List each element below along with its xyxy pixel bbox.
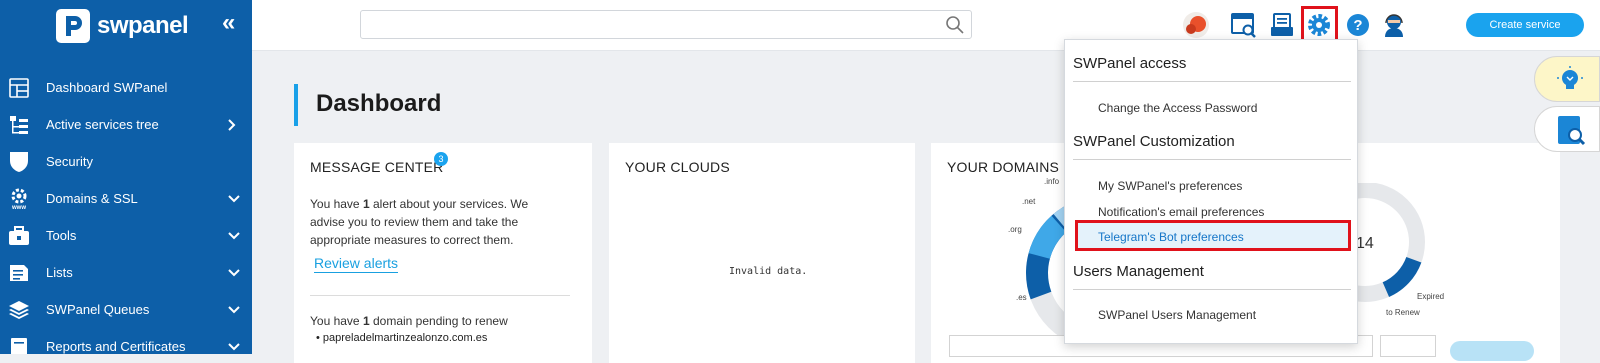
legend-label: to Renew	[1386, 308, 1420, 317]
sidebar-item-label: Security	[46, 154, 93, 169]
dashboard-icon	[8, 77, 30, 99]
chevron-down-icon	[228, 217, 240, 254]
sidebar-item-label: Reports and Certificates	[46, 339, 186, 354]
divider	[1073, 159, 1351, 160]
chevron-down-icon	[228, 328, 240, 354]
report-icon	[8, 336, 30, 354]
sidebar-item-security[interactable]: Security	[0, 143, 252, 180]
top-bar: ? Create service	[252, 0, 1600, 51]
sidebar: swpanel « Dashboard SWPanel Active servi…	[0, 0, 252, 354]
review-alerts-link[interactable]: Review alerts	[314, 255, 399, 273]
empty-state-text: Invalid data.	[729, 266, 808, 277]
swpanel-logo-icon	[56, 9, 90, 43]
search-box	[360, 10, 972, 39]
menu-section-title: Users Management	[1073, 263, 1204, 280]
legend-label: Expired	[1417, 292, 1445, 301]
pending-domain: • papreladelmartinzealonzo.com.es	[316, 332, 488, 344]
layers-icon	[8, 299, 30, 321]
sidebar-item-active-services[interactable]: Active services tree	[0, 106, 252, 143]
divider	[1073, 81, 1351, 82]
brand-name: swpanel	[97, 12, 189, 39]
settings-menu: SWPanel access Change the Access Passwor…	[1064, 39, 1358, 344]
sidebar-item-dashboard[interactable]: Dashboard SWPanel	[0, 69, 252, 106]
docs-search-button[interactable]	[1534, 106, 1600, 152]
create-service-button[interactable]: Create service	[1466, 13, 1584, 37]
legend-label: .org	[1008, 225, 1022, 234]
search-input[interactable]	[369, 11, 939, 38]
chevron-down-icon	[228, 291, 240, 328]
pending-message: You have 1 domain pending to renew	[310, 314, 508, 328]
search-icon[interactable]	[945, 15, 965, 40]
shield-icon	[8, 151, 30, 173]
sidebar-item-label: Tools	[46, 228, 77, 243]
sidebar-nav: Dashboard SWPanel Active services tree S…	[0, 69, 252, 354]
menu-item-label: Telegram's Bot preferences	[1098, 230, 1244, 244]
tree-icon	[8, 114, 30, 136]
sidebar-item-label: Domains & SSL	[46, 191, 138, 206]
collapse-sidebar-icon[interactable]: «	[222, 10, 235, 36]
domains-total: 14	[1356, 235, 1374, 252]
search-button[interactable]	[1450, 341, 1534, 361]
legend-label: .info	[1044, 177, 1060, 186]
notification-badge: 3	[434, 152, 448, 166]
menu-item-my-preferences[interactable]: My SWPanel's preferences	[1098, 179, 1242, 193]
www-gear-icon: www	[8, 188, 30, 210]
support-agent-icon[interactable]	[1380, 11, 1408, 39]
sidebar-item-reports[interactable]: Reports and Certificates	[0, 328, 252, 354]
sidebar-item-tools[interactable]: Tools	[0, 217, 252, 254]
menu-section-title: SWPanel Customization	[1073, 133, 1235, 150]
invoice-icon[interactable]	[1268, 11, 1296, 39]
message-center-card: MESSAGE CENTER 3 You have 1 alert about …	[294, 143, 592, 363]
legend-label: .net	[1022, 197, 1036, 206]
tips-button[interactable]	[1534, 56, 1600, 102]
chevron-down-icon	[228, 254, 240, 291]
list-icon	[8, 262, 30, 284]
menu-item-telegram-preferences[interactable]: Telegram's Bot preferences	[1075, 220, 1351, 251]
menu-item-email-preferences[interactable]: Notification's email preferences	[1098, 205, 1264, 219]
svg-text:www: www	[11, 205, 26, 210]
chevron-right-icon	[228, 106, 236, 143]
clouds-card: YOUR CLOUDS Invalid data.	[609, 143, 915, 363]
menu-section-title: SWPanel access	[1073, 55, 1187, 72]
sidebar-item-queues[interactable]: SWPanel Queues	[0, 291, 252, 328]
chevron-down-icon	[228, 180, 240, 217]
sidebar-item-lists[interactable]: Lists	[0, 254, 252, 291]
card-title: MESSAGE CENTER	[310, 159, 444, 175]
legend-label: .es	[1016, 293, 1027, 302]
help-icon[interactable]: ?	[1344, 11, 1372, 39]
sidebar-item-label: SWPanel Queues	[46, 302, 150, 317]
divider	[310, 295, 570, 296]
sidebar-item-label: Lists	[46, 265, 73, 280]
menu-item-users-management[interactable]: SWPanel Users Management	[1098, 308, 1256, 322]
toolbox-icon	[8, 225, 30, 247]
gear-icon[interactable]	[1305, 11, 1333, 39]
sidebar-item-label: Dashboard SWPanel	[46, 80, 168, 95]
browser-search-icon[interactable]	[1230, 11, 1258, 39]
user-avatar-icon[interactable]	[1182, 11, 1210, 39]
alert-message: You have 1 alert about your services. We…	[310, 197, 529, 247]
divider	[1073, 289, 1351, 290]
book-search-icon	[1555, 114, 1587, 151]
sidebar-item-domains[interactable]: www Domains & SSL	[0, 180, 252, 217]
menu-item-change-password[interactable]: Change the Access Password	[1098, 101, 1257, 115]
page-heading: Dashboard	[294, 84, 441, 126]
lightbulb-icon	[1557, 66, 1583, 97]
brand-logo[interactable]: swpanel	[56, 6, 189, 46]
svg-text:?: ?	[1353, 17, 1362, 34]
page-title: Dashboard	[316, 90, 442, 117]
card-title: YOUR CLOUDS	[625, 159, 730, 175]
sidebar-item-label: Active services tree	[46, 117, 159, 132]
